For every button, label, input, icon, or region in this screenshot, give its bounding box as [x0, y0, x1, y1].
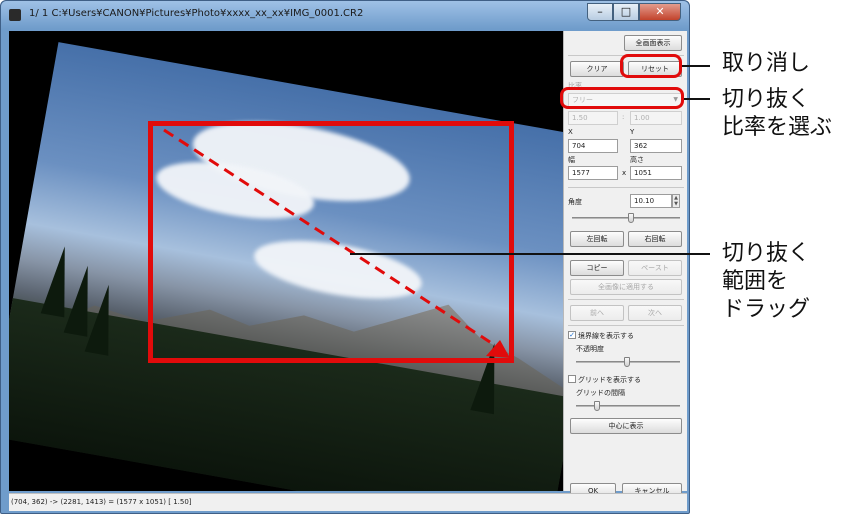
ratio-highlight: [560, 87, 684, 109]
annotation-ratio: 切り抜く 比率を選ぶ: [722, 87, 833, 140]
reset-highlight: [620, 54, 682, 78]
annotation-drag: 切り抜く 範囲を ドラッグ: [722, 241, 811, 322]
annotation-leader-line: [684, 98, 710, 100]
annotation-leader-line: [350, 253, 710, 255]
annotation-leader-line: [682, 65, 710, 67]
annotation-reset: 取り消し: [722, 51, 811, 76]
drag-arrow-line: [163, 128, 497, 348]
